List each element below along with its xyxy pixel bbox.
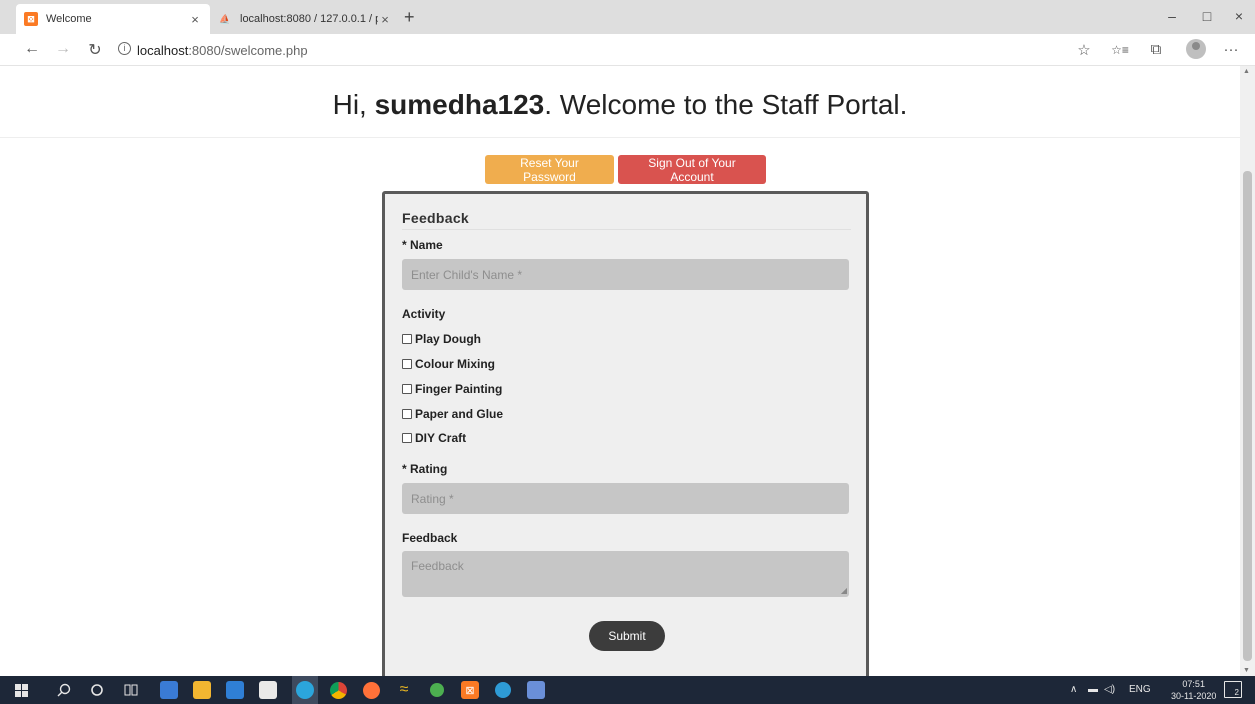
scroll-up-icon[interactable]: ▲	[1243, 68, 1250, 75]
activity-checkbox-paper-and-glue[interactable]: Paper and Glue	[402, 407, 503, 421]
tab-title: Welcome	[46, 13, 92, 25]
page-scrollbar[interactable]: ▲ ▼	[1240, 66, 1255, 676]
page-header: Hi, sumedha123. Welcome to the Staff Por…	[0, 66, 1240, 138]
xampp-icon[interactable]: ⊠	[461, 681, 479, 699]
feedback-textarea[interactable]: Feedback ◢	[402, 551, 849, 597]
clock-date: 30-11-2020	[1171, 691, 1217, 701]
activity-checkbox-play-dough[interactable]: Play Dough	[402, 332, 481, 346]
file-explorer-icon[interactable]	[193, 681, 211, 699]
reset-password-button[interactable]: Reset Your Password	[485, 155, 614, 184]
maximize-button[interactable]: □	[1197, 8, 1217, 24]
url-path: :8080/swelcome.php	[188, 43, 308, 58]
tab-phpmyadmin[interactable]: ⛵ localhost:8080 / 127.0.0.1 / paren ×	[210, 4, 400, 34]
info-icon[interactable]: i	[118, 42, 131, 55]
firefox-icon[interactable]	[362, 681, 380, 699]
profile-avatar[interactable]	[1186, 39, 1206, 59]
windows-start-icon[interactable]	[12, 681, 30, 699]
name-label: * Name	[402, 238, 443, 252]
activity-checkbox-finger-painting[interactable]: Finger Painting	[402, 382, 502, 396]
checkbox-label: Play Dough	[415, 332, 482, 346]
sublime-icon[interactable]: ≈	[395, 681, 413, 699]
badge-app-icon[interactable]	[428, 681, 446, 699]
tab-close-icon[interactable]: ×	[378, 12, 392, 27]
checkbox-label: DIY Craft	[415, 431, 467, 445]
mail-icon[interactable]	[226, 681, 244, 699]
close-window-button[interactable]: ×	[1229, 8, 1249, 24]
back-button[interactable]: ←	[21, 40, 43, 58]
notepad-icon[interactable]	[527, 681, 545, 699]
collections-icon[interactable]: ⧉	[1146, 41, 1166, 58]
scrollbar-thumb[interactable]	[1243, 171, 1252, 661]
rating-input[interactable]: Rating *	[402, 483, 849, 514]
username: sumedha123	[374, 89, 545, 120]
notification-center-icon[interactable]: 2	[1224, 681, 1242, 698]
checkbox-icon[interactable]	[402, 409, 412, 419]
favorites-list-icon[interactable]: ☆≡	[1110, 43, 1130, 57]
cortana-icon[interactable]	[88, 681, 106, 699]
page-content: Hi, sumedha123. Welcome to the Staff Por…	[0, 66, 1240, 676]
feedback-label: Feedback	[402, 531, 458, 545]
app-icon[interactable]	[494, 681, 512, 699]
store-icon[interactable]	[259, 681, 277, 699]
checkbox-icon[interactable]	[402, 334, 412, 344]
name-input[interactable]: Enter Child's Name *	[402, 259, 849, 290]
tray-chevron-icon[interactable]: ∧	[1070, 684, 1077, 695]
tab-title: localhost:8080 / 127.0.0.1 / paren	[240, 13, 378, 25]
more-menu-icon[interactable]: ···	[1221, 41, 1241, 58]
checkbox-label: Finger Painting	[415, 382, 503, 396]
chrome-icon[interactable]	[329, 681, 347, 699]
edge-browser-icon[interactable]	[292, 676, 318, 704]
url-host: localhost	[137, 43, 189, 58]
clock-time: 07:51	[1182, 679, 1205, 689]
rating-label: * Rating	[402, 462, 448, 476]
xampp-favicon-icon: ⊠	[24, 12, 38, 26]
checkbox-icon[interactable]	[402, 433, 412, 443]
refresh-button[interactable]: ↻	[84, 40, 106, 60]
battery-icon[interactable]: ▬	[1088, 684, 1098, 695]
language-indicator[interactable]: ENG	[1129, 684, 1151, 695]
activity-label: Activity	[402, 307, 446, 321]
tab-welcome[interactable]: ⊠ Welcome ×	[16, 4, 210, 34]
volume-icon[interactable]: ◁)	[1104, 684, 1115, 695]
feedback-form: Feedback * Name Enter Child's Name * Act…	[382, 191, 869, 676]
checkbox-label: Colour Mixing	[415, 357, 495, 371]
browser-tab-bar: ⊠ Welcome × ⛵ localhost:8080 / 127.0.0.1…	[0, 0, 1255, 34]
page-title: Hi, sumedha123. Welcome to the Staff Por…	[0, 89, 1240, 121]
activity-checkbox-diy-craft[interactable]: DIY Craft	[402, 431, 466, 445]
phpmyadmin-favicon-icon: ⛵	[219, 13, 231, 24]
forward-button[interactable]: →	[52, 40, 74, 58]
greeting-suffix: . Welcome to the Staff Portal.	[544, 89, 908, 120]
url-field[interactable]: localhost:8080/swelcome.php	[137, 43, 308, 58]
checkbox-label: Paper and Glue	[415, 407, 504, 421]
task-view-icon[interactable]	[122, 681, 140, 699]
sign-out-button[interactable]: Sign Out of Your Account	[618, 155, 766, 184]
photos-app-icon[interactable]	[160, 681, 178, 699]
activity-checkbox-colour-mixing[interactable]: Colour Mixing	[402, 357, 495, 371]
minimize-button[interactable]: –	[1162, 8, 1182, 24]
resize-handle-icon[interactable]: ◢	[841, 586, 847, 595]
new-tab-button[interactable]: +	[404, 7, 415, 28]
favorite-star-icon[interactable]: ☆	[1074, 41, 1094, 59]
address-bar: ← → ↻ i localhost:8080/swelcome.php ☆ ☆≡…	[0, 34, 1255, 66]
feedback-placeholder: Feedback	[411, 559, 464, 573]
submit-button[interactable]: Submit	[589, 621, 665, 651]
search-icon[interactable]	[55, 681, 73, 699]
account-actions: Reset Your Password Sign Out of Your Acc…	[485, 155, 766, 184]
form-legend: Feedback	[402, 210, 851, 230]
taskbar-clock[interactable]: 07:51 30-11-2020	[1171, 678, 1216, 702]
greeting-prefix: Hi,	[332, 89, 375, 120]
windows-taskbar: ≈ ⊠ ∧ ▬ ◁) ENG 07:51 30-11-2020 2	[0, 676, 1255, 704]
tab-close-icon[interactable]: ×	[188, 12, 202, 27]
scroll-down-icon[interactable]: ▼	[1243, 667, 1250, 674]
checkbox-icon[interactable]	[402, 359, 412, 369]
checkbox-icon[interactable]	[402, 384, 412, 394]
